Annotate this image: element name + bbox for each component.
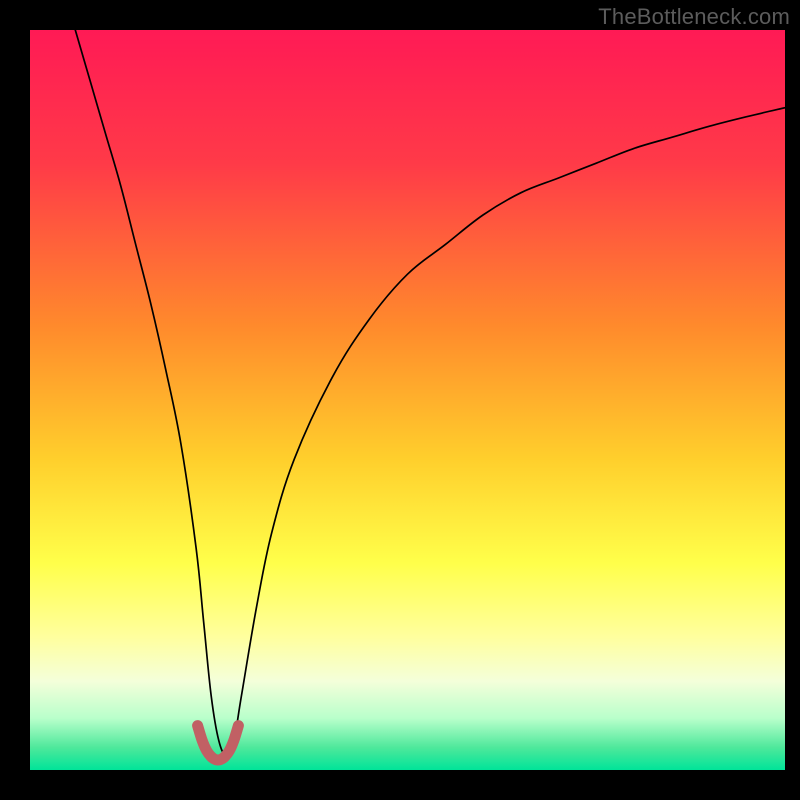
chart-frame: TheBottleneck.com xyxy=(0,0,800,800)
watermark-text: TheBottleneck.com xyxy=(598,4,790,30)
plot-area xyxy=(30,30,785,770)
chart-svg xyxy=(30,30,785,770)
gradient-background xyxy=(30,30,785,770)
